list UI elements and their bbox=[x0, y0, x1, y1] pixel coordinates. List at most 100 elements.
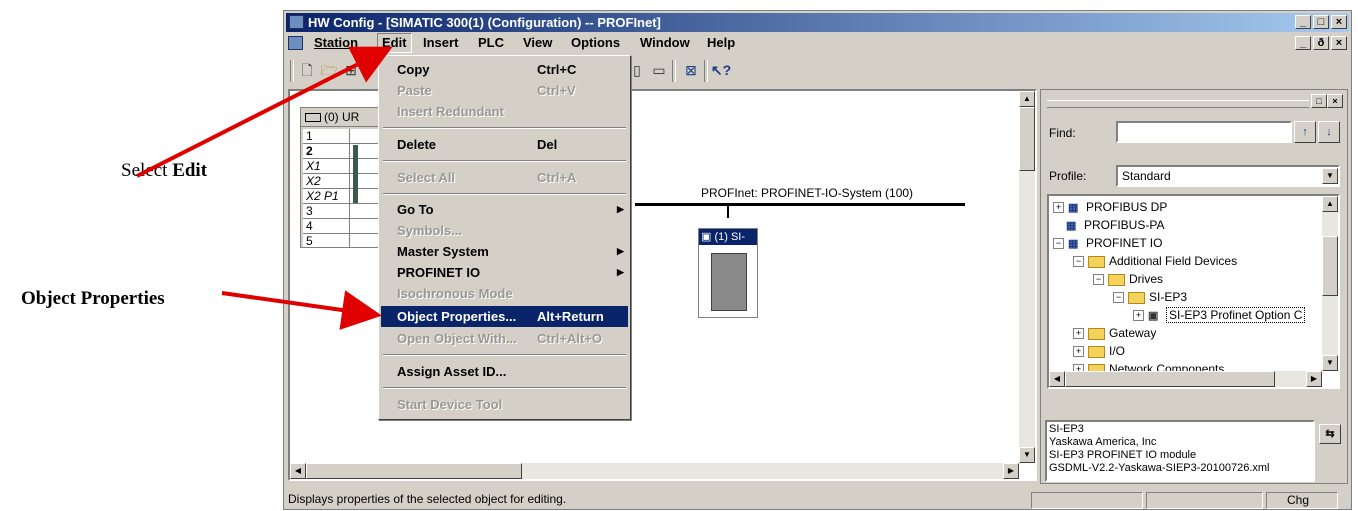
profile-select[interactable]: Standard ▼ bbox=[1116, 165, 1340, 187]
scroll-right-button[interactable]: ▶ bbox=[1003, 463, 1019, 479]
tree-horizontal-scrollbar[interactable]: ◀ ▶ bbox=[1049, 371, 1322, 387]
menu-plc[interactable]: PLC bbox=[474, 33, 508, 53]
minimize-button[interactable]: _ bbox=[1295, 15, 1311, 29]
tree-item-si-ep3[interactable]: − SI-EP3 bbox=[1113, 288, 1187, 306]
tree-item-profibus-pa[interactable]: ▦ PROFIBUS-PA bbox=[1066, 216, 1164, 234]
scroll-down-button[interactable]: ▼ bbox=[1019, 447, 1035, 463]
menu-item-assign-asset-id[interactable]: Assign Asset ID... bbox=[381, 361, 628, 382]
chevron-down-icon[interactable]: ▼ bbox=[1322, 168, 1338, 184]
tree-item-additional-field-devices[interactable]: − Additional Field Devices bbox=[1073, 252, 1237, 270]
rack-header[interactable]: (0) UR bbox=[300, 107, 382, 127]
tree-item-io[interactable]: + I/O bbox=[1073, 342, 1125, 360]
tree-label: PROFIBUS DP bbox=[1086, 200, 1168, 214]
tree-scroll-left[interactable]: ◀ bbox=[1049, 371, 1065, 387]
menu-item-paste[interactable]: Paste Ctrl+V bbox=[381, 80, 628, 101]
rack-row[interactable]: 4 bbox=[303, 219, 379, 234]
scroll-hthumb[interactable] bbox=[306, 463, 522, 479]
menu-item-start-device-tool[interactable]: Start Device Tool bbox=[381, 394, 628, 415]
menu-help[interactable]: Help bbox=[703, 33, 739, 53]
rack-column-divider bbox=[349, 129, 350, 247]
rack-row[interactable]: 1 bbox=[303, 129, 379, 144]
menu-item-copy[interactable]: Copy Ctrl+C bbox=[381, 59, 628, 80]
menu-item-label: Assign Asset ID... bbox=[397, 364, 507, 379]
menu-item-object-properties[interactable]: Object Properties... Alt+Return bbox=[381, 306, 628, 327]
folder-icon bbox=[1108, 273, 1125, 286]
panel-grip[interactable] bbox=[1047, 100, 1309, 108]
tree-scroll-up[interactable]: ▲ bbox=[1322, 196, 1338, 212]
tree-item-gateway[interactable]: + Gateway bbox=[1073, 324, 1156, 342]
menu-item-profinet-io[interactable]: PROFINET IO ▶ bbox=[381, 262, 628, 283]
menu-item-symbols[interactable]: Symbols... bbox=[381, 220, 628, 241]
menu-item-insert-redundant[interactable]: Insert Redundant bbox=[381, 101, 628, 122]
rack-row[interactable]: 5 bbox=[303, 234, 379, 247]
rack-row[interactable]: X2 bbox=[303, 174, 379, 189]
rack-row[interactable]: 2 bbox=[303, 144, 379, 159]
child-window-icon[interactable] bbox=[288, 36, 303, 50]
tree-item-drives[interactable]: − Drives bbox=[1093, 270, 1163, 288]
child-restore-button[interactable]: ð bbox=[1313, 36, 1329, 50]
collapse-icon[interactable]: − bbox=[1113, 292, 1124, 304]
tree-label: SI-EP3 Profinet Option C bbox=[1166, 307, 1306, 323]
tree-scroll-down[interactable]: ▼ bbox=[1322, 355, 1338, 371]
rack-row[interactable]: X1 bbox=[303, 159, 379, 174]
station-vertical-scrollbar[interactable]: ▲ ▼ bbox=[1019, 91, 1035, 463]
tree-scroll-hthumb[interactable] bbox=[1065, 371, 1275, 387]
open-icon[interactable]: 🗁 bbox=[318, 60, 340, 80]
status-pane-2 bbox=[1146, 492, 1263, 509]
maximize-button[interactable]: □ bbox=[1313, 15, 1329, 29]
menu-view[interactable]: View bbox=[519, 33, 556, 53]
rack-row[interactable]: X2 P1 bbox=[303, 189, 379, 204]
rack-row[interactable]: 3 bbox=[303, 204, 379, 219]
device-box[interactable]: ▣ (1) SI- bbox=[698, 228, 758, 318]
find-input[interactable] bbox=[1116, 121, 1292, 143]
close-button[interactable]: × bbox=[1331, 15, 1347, 29]
menu-insert[interactable]: Insert bbox=[419, 33, 462, 53]
panel-restore-button[interactable]: □ bbox=[1311, 94, 1327, 108]
network-tool-icon[interactable]: ⊞ bbox=[340, 60, 362, 80]
panel-close-button[interactable]: × bbox=[1327, 94, 1343, 108]
menu-window[interactable]: Window bbox=[636, 33, 694, 53]
menu-item-go-to[interactable]: Go To ▶ bbox=[381, 199, 628, 220]
tree-vertical-scrollbar[interactable]: ▲ ▼ bbox=[1322, 196, 1338, 371]
scroll-thumb[interactable] bbox=[1019, 107, 1035, 171]
collapse-icon[interactable]: − bbox=[1073, 256, 1084, 268]
expand-icon[interactable]: + bbox=[1133, 310, 1144, 322]
profinet-bus-line[interactable] bbox=[635, 203, 965, 206]
expand-icon[interactable]: + bbox=[1073, 346, 1084, 358]
scroll-up-button[interactable]: ▲ bbox=[1019, 91, 1035, 107]
collapse-icon[interactable]: − bbox=[1093, 274, 1104, 286]
menu-options[interactable]: Options bbox=[567, 33, 624, 53]
app-icon[interactable] bbox=[289, 15, 304, 29]
tree-item-profinet-io[interactable]: − ▦ PROFINET IO bbox=[1053, 234, 1162, 252]
info-toggle-icon[interactable]: ⇆ bbox=[1319, 424, 1341, 444]
collapse-icon[interactable]: − bbox=[1053, 238, 1064, 250]
new-icon[interactable]: 🗋 bbox=[296, 60, 318, 80]
title-bar[interactable]: HW Config - [SIMATIC 300(1) (Configurati… bbox=[286, 13, 1349, 32]
tree-scroll-right[interactable]: ▶ bbox=[1306, 371, 1322, 387]
menu-item-delete[interactable]: Delete Del bbox=[381, 134, 628, 155]
find-down-icon[interactable]: ↓ bbox=[1318, 121, 1340, 143]
menu-item-master-system[interactable]: Master System ▶ bbox=[381, 241, 628, 262]
menu-edit[interactable]: Edit bbox=[377, 33, 412, 53]
window-view-icon[interactable]: ▭ bbox=[648, 60, 670, 80]
expand-icon[interactable]: + bbox=[1053, 202, 1064, 214]
tree-item-profibus-dp[interactable]: + ▦ PROFIBUS DP bbox=[1053, 198, 1167, 216]
menu-station[interactable]: Station bbox=[310, 33, 362, 53]
help-pointer-icon[interactable]: ↖? bbox=[710, 60, 732, 80]
network-view-icon[interactable]: ⊠ bbox=[680, 60, 702, 80]
menu-item-select-all[interactable]: Select All Ctrl+A bbox=[381, 167, 628, 188]
tree-item-si-ep3-profinet-option[interactable]: + ▣ SI-EP3 Profinet Option C bbox=[1133, 306, 1306, 324]
menu-item-label: PROFINET IO bbox=[397, 265, 481, 280]
menu-item-open-object-with[interactable]: Open Object With... Ctrl+Alt+O bbox=[381, 328, 628, 349]
child-minimize-button[interactable]: _ bbox=[1295, 36, 1311, 50]
scroll-left-button[interactable]: ◀ bbox=[290, 463, 306, 479]
menu-item-shortcut: Ctrl+Alt+O bbox=[537, 331, 603, 346]
station-horizontal-scrollbar[interactable]: ◀ ▶ bbox=[290, 463, 1019, 479]
tree-scroll-thumb[interactable] bbox=[1322, 236, 1338, 296]
catalog-tree[interactable]: + ▦ PROFIBUS DP ▦ PROFIBUS-PA − ▦ PROFINET IO… bbox=[1047, 194, 1340, 389]
find-up-icon[interactable]: ↑ bbox=[1294, 121, 1316, 143]
expand-icon[interactable]: + bbox=[1073, 328, 1084, 340]
rack-slot: 3 bbox=[306, 204, 313, 218]
menu-item-isochronous-mode[interactable]: Isochronous Mode bbox=[381, 283, 628, 304]
child-close-button[interactable]: × bbox=[1331, 36, 1347, 50]
